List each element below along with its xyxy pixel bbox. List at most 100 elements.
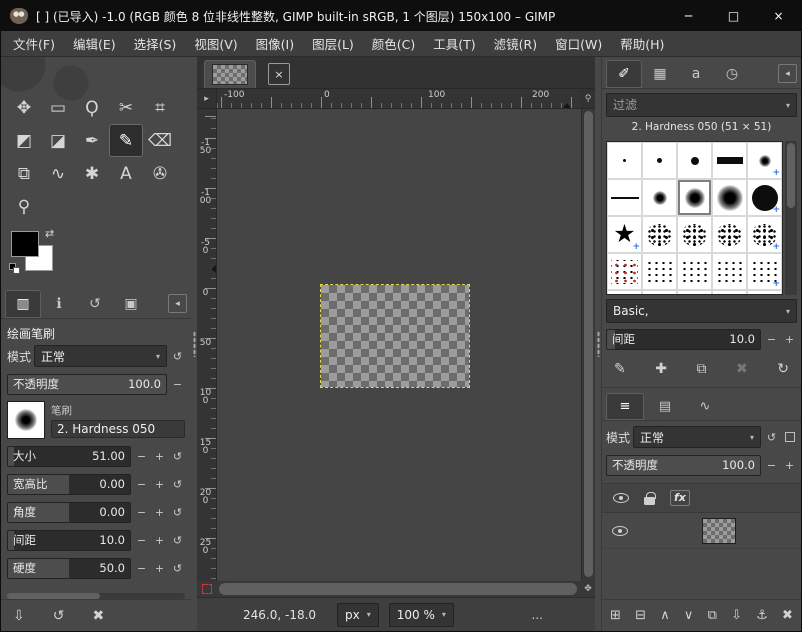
tool-eraser[interactable]: ⌫ xyxy=(143,124,177,157)
layer-opacity-slider[interactable]: 不透明度 100.0 xyxy=(606,455,761,476)
brush-filter-input[interactable] xyxy=(613,98,786,112)
close-button[interactable]: × xyxy=(756,1,801,31)
tool-scissors-select[interactable]: ✂ xyxy=(109,91,143,124)
reset-button[interactable]: ↺ xyxy=(170,475,185,494)
decrease-opacity-button[interactable]: − xyxy=(170,375,185,394)
brush-cell[interactable] xyxy=(677,179,712,216)
brush-cell[interactable]: + xyxy=(747,179,782,216)
increase-button[interactable]: + xyxy=(152,447,167,466)
swap-colors-icon[interactable]: ⇄ xyxy=(45,227,54,240)
brush-cell[interactable] xyxy=(712,290,747,295)
brush-cell[interactable] xyxy=(642,290,677,295)
dock-menu-button[interactable]: ◂ xyxy=(778,64,797,83)
decrease-button[interactable]: − xyxy=(134,531,149,550)
layer-list-item[interactable] xyxy=(602,513,801,549)
slider[interactable]: 间距 10.0 xyxy=(7,530,131,551)
tool-color-picker[interactable]: ✇ xyxy=(143,157,177,190)
duplicate-layer-button[interactable]: ⧉ xyxy=(708,608,717,623)
image-tab-close-button[interactable]: × xyxy=(268,63,290,85)
slider[interactable]: 角度 0.00 xyxy=(7,502,131,523)
brush-cell[interactable] xyxy=(607,142,642,179)
brush-cell[interactable] xyxy=(642,253,677,290)
tool-smudge[interactable]: ∿ xyxy=(41,157,75,190)
menu-image[interactable]: 图像(I) xyxy=(247,30,303,57)
vertical-ruler[interactable]: -150-100-50050100150200250 xyxy=(197,109,217,581)
brush-cell[interactable] xyxy=(712,142,747,179)
restore-tool-preset-button[interactable]: ↺ xyxy=(53,608,65,624)
dock-tab-paths[interactable]: ∿ xyxy=(686,393,724,420)
tool-ink[interactable]: ✒ xyxy=(75,124,109,157)
new-layer-button[interactable]: ⊞ xyxy=(610,608,621,623)
brush-cell[interactable] xyxy=(607,290,642,295)
layer-mode-select[interactable]: 正常 ▾ xyxy=(633,426,761,448)
dock-tab-document-history[interactable]: ◷ xyxy=(714,60,750,88)
scrollbar-thumb[interactable] xyxy=(787,143,795,208)
new-group-button[interactable]: ⊟ xyxy=(635,608,646,623)
menu-windows[interactable]: 窗口(W) xyxy=(546,30,611,57)
menu-filters[interactable]: 滤镜(R) xyxy=(485,30,546,57)
navigation-button[interactable]: ✥ xyxy=(581,581,595,597)
tool-options-scrollbar[interactable] xyxy=(7,593,185,599)
tool-zoom[interactable]: ⚲ xyxy=(7,190,41,223)
delete-tool-preset-button[interactable]: ✖ xyxy=(92,608,104,624)
decrease-button[interactable]: − xyxy=(134,447,149,466)
slider[interactable]: 宽高比 0.00 xyxy=(7,474,131,495)
vertical-scrollbar[interactable] xyxy=(581,109,595,581)
canvas-viewport[interactable] xyxy=(217,109,581,581)
scrollbar-thumb[interactable] xyxy=(584,111,593,577)
raise-layer-button[interactable]: ∧ xyxy=(660,608,670,623)
increase-button[interactable]: + xyxy=(152,503,167,522)
anchor-layer-button[interactable]: ⚓ xyxy=(756,608,768,623)
foreground-color-swatch[interactable] xyxy=(11,231,39,257)
brush-cell[interactable] xyxy=(677,290,712,295)
menu-colors[interactable]: 颜色(C) xyxy=(363,30,424,57)
brush-grid-scrollbar[interactable] xyxy=(785,141,797,295)
save-tool-preset-button[interactable]: ⇩ xyxy=(13,608,25,624)
lock-icon[interactable] xyxy=(644,497,655,505)
image-tab[interactable] xyxy=(204,60,256,88)
reset-button[interactable]: ↺ xyxy=(170,447,185,466)
reset-button[interactable]: ↺ xyxy=(170,531,185,550)
menu-layer[interactable]: 图层(L) xyxy=(303,30,363,57)
menu-tools[interactable]: 工具(T) xyxy=(424,30,484,57)
decrease-button[interactable]: − xyxy=(134,559,149,578)
brush-cell[interactable] xyxy=(607,179,642,216)
visibility-toggle-icon[interactable] xyxy=(613,493,629,503)
dock-tab-layers[interactable]: ≡ xyxy=(606,393,644,420)
zoom-follow-window-button[interactable]: ⚲ xyxy=(581,89,595,109)
increase-button[interactable]: + xyxy=(152,531,167,550)
brush-cell[interactable] xyxy=(712,253,747,290)
menu-file[interactable]: 文件(F) xyxy=(4,30,64,57)
tool-crop[interactable]: ⌗ xyxy=(143,91,177,124)
dock-tab-undo-history[interactable]: ↺ xyxy=(77,290,113,318)
brush-cell[interactable] xyxy=(642,216,677,253)
tool-clone[interactable]: ⧉ xyxy=(7,157,41,190)
brush-cell[interactable] xyxy=(677,216,712,253)
brush-cell[interactable] xyxy=(642,142,677,179)
increase-spacing-button[interactable]: + xyxy=(782,330,797,349)
brush-preview-button[interactable] xyxy=(7,401,45,439)
brush-spacing-slider[interactable]: 间距 10.0 xyxy=(606,329,761,350)
menu-select[interactable]: 选择(S) xyxy=(125,30,186,57)
brush-tag-select[interactable]: Basic, ▾ xyxy=(606,299,797,323)
tool-unified-transform[interactable]: ◩ xyxy=(7,124,41,157)
dock-menu-button[interactable]: ◂ xyxy=(168,294,187,313)
layer-effects-button[interactable]: fx xyxy=(670,490,690,506)
decrease-layer-opacity-button[interactable]: − xyxy=(764,456,779,475)
brush-cell[interactable]: + xyxy=(607,216,642,253)
tool-paintbrush[interactable]: ✎ xyxy=(109,124,143,157)
tool-text[interactable]: A xyxy=(109,157,143,190)
delete-brush-button[interactable]: ✖ xyxy=(736,361,748,377)
quick-mask-toggle[interactable] xyxy=(197,581,217,597)
decrease-spacing-button[interactable]: − xyxy=(764,330,779,349)
horizontal-ruler[interactable]: -1000100200 xyxy=(217,89,581,109)
increase-layer-opacity-button[interactable]: + xyxy=(782,456,797,475)
reset-layer-mode-button[interactable]: ↺ xyxy=(764,428,779,447)
tool-move[interactable]: ✥ xyxy=(7,91,41,124)
dock-tab-tool-options[interactable]: ▥ xyxy=(5,290,41,318)
image-layer[interactable] xyxy=(321,285,469,387)
reset-button[interactable]: ↺ xyxy=(170,503,185,522)
tool-rectangle-select[interactable]: ▭ xyxy=(41,91,75,124)
menu-edit[interactable]: 编辑(E) xyxy=(64,30,125,57)
dock-tab-fonts[interactable]: a xyxy=(678,60,714,88)
